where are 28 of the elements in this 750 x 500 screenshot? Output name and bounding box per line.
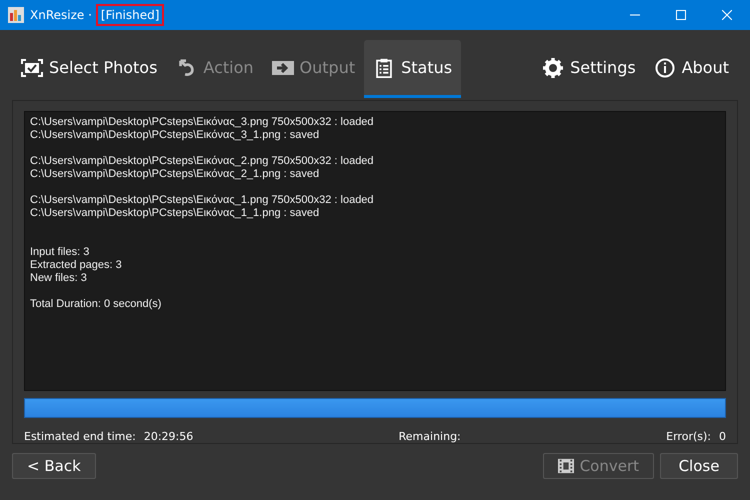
log-line: New files: 3 [30,272,88,285]
log-line: Extracted pages: 3 [30,259,123,272]
select-icon [21,58,43,78]
toolbar-button[interactable]: Settings [533,40,645,98]
settings-icon [542,58,564,78]
status-value: 20:29:56 [144,430,194,443]
tab[interactable]: Select Photos [12,40,166,98]
tab[interactable]: Status [364,40,462,98]
button[interactable]: < Back [12,453,96,479]
log-line: C:\Users\vampi\Desktop\PCsteps\Εικόνας_1_1.png : saved [30,207,320,220]
status-label: Estimated end time: [24,430,136,443]
toolbar-button[interactable]: About [644,40,738,98]
log-line: C:\Users\vampi\Desktop\PCsteps\Εικόνας_2.png 750x500x32 : loaded [30,155,375,168]
button[interactable]: Close [660,453,738,479]
status-label: Remaining: [398,430,461,443]
status-value: 0 [719,430,726,443]
window-title: XnResize · [30,8,92,22]
log-line: C:\Users\vampi\Desktop\PCsteps\Εικόνας_3.png 750x500x32 : loaded [30,116,375,129]
log-line: Total Duration: 0 second(s) [30,298,162,311]
log-line: C:\Users\vampi\Desktop\PCsteps\Εικόνας_2_1.png : saved [30,168,320,181]
log-line: Input files: 3 [30,246,90,259]
log-line: C:\Users\vampi\Desktop\PCsteps\Εικόνας_3_1.png : saved [30,129,320,142]
info-icon [654,58,676,78]
status-label: Error(s): [666,430,711,443]
window-status: [Finished] [96,4,164,26]
log-line: C:\Users\vampi\Desktop\PCsteps\Εικόνας_1.png 750x500x32 : loaded [30,194,375,207]
app-logo-icon [8,7,24,23]
film-icon [558,458,574,474]
